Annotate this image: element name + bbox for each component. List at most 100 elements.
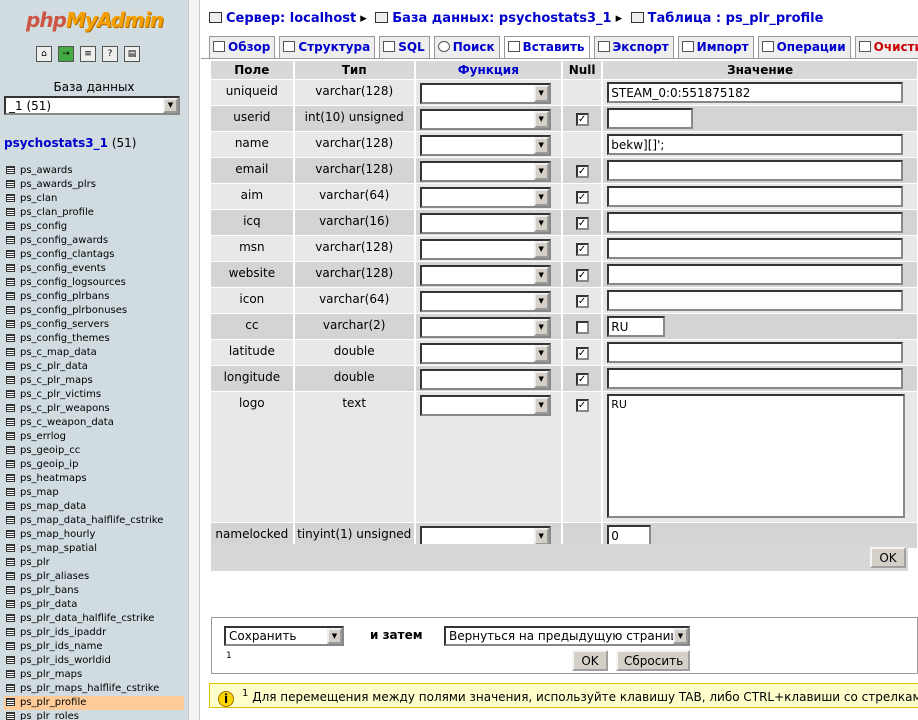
sidebar-table-item[interactable]: ps_plr_aliases <box>4 570 184 584</box>
sidebar-table-item[interactable]: ps_plr_maps_halflife_cstrike <box>4 682 184 696</box>
sidebar-table-item[interactable]: ps_errlog <box>4 430 184 444</box>
function-select[interactable]: ▼ <box>419 291 551 312</box>
function-select[interactable]: ▼ <box>419 213 551 234</box>
reset-button[interactable]: Сбросить <box>616 650 690 671</box>
sidebar-table-item[interactable]: ps_awards <box>4 164 184 178</box>
tab-insert[interactable]: Вставить <box>503 36 590 59</box>
tab-sql[interactable]: SQL <box>379 36 430 58</box>
tab-export[interactable]: Экспорт <box>593 36 674 58</box>
sidebar-table-item[interactable]: ps_config_plrbonuses <box>4 304 184 318</box>
function-select[interactable]: ▼ <box>419 135 551 156</box>
database-link[interactable]: psychostats3_1 <box>4 136 108 150</box>
sidebar-table-item[interactable]: ps_config <box>4 220 184 234</box>
value-input[interactable] <box>607 134 904 155</box>
null-checkbox[interactable]: ✓ <box>575 113 589 126</box>
null-checkbox[interactable]: ✓ <box>575 347 589 360</box>
sidebar-table-item[interactable]: ps_c_plr_data <box>4 360 184 374</box>
sidebar-table-item[interactable]: ps_geoip_cc <box>4 444 184 458</box>
sidebar-table-item[interactable]: ps_c_weapon_data <box>4 416 184 430</box>
sidebar-table-item[interactable]: ps_plr_bans <box>4 584 184 598</box>
sidebar-table-item[interactable]: ps_plr_maps <box>4 668 184 682</box>
tab-operations[interactable]: Операции <box>757 36 851 58</box>
function-select[interactable]: ▼ <box>419 395 551 416</box>
value-textarea[interactable]: RU <box>607 394 906 518</box>
function-select[interactable]: ▼ <box>419 161 551 182</box>
null-checkbox[interactable]: ✓ <box>575 165 589 178</box>
function-select[interactable]: ▼ <box>419 239 551 260</box>
null-checkbox[interactable]: ✓ <box>575 399 589 412</box>
breadcrumb-table[interactable]: Таблица : ps_plr_profile <box>648 11 824 26</box>
function-select[interactable]: ▼ <box>419 109 551 130</box>
sidebar-table-item[interactable]: ps_geoip_ip <box>4 458 184 472</box>
sidebar-table-item[interactable]: ps_config_awards <box>4 234 184 248</box>
sql-query-icon[interactable]: ≡ <box>80 46 96 62</box>
function-select[interactable]: ▼ <box>419 265 551 286</box>
value-input[interactable] <box>607 108 694 129</box>
home-icon[interactable]: ⌂ <box>36 46 52 62</box>
sidebar-table-item[interactable]: ps_config_plrbans <box>4 290 184 304</box>
value-input[interactable] <box>607 82 904 103</box>
sidebar-table-item[interactable]: ps_plr <box>4 556 184 570</box>
breadcrumb-server[interactable]: Сервер: localhost <box>226 11 356 26</box>
documentation-icon[interactable]: ▤ <box>124 46 140 62</box>
null-checkbox[interactable] <box>575 321 589 334</box>
value-input[interactable] <box>607 525 652 546</box>
value-input[interactable] <box>607 186 904 207</box>
value-input[interactable] <box>607 238 904 259</box>
sidebar-table-item[interactable]: ps_config_events <box>4 262 184 276</box>
sidebar-table-item[interactable]: ps_clan <box>4 192 184 206</box>
sidebar-table-item[interactable]: ps_config_logsources <box>4 276 184 290</box>
value-input[interactable] <box>607 160 904 181</box>
sidebar-table-item[interactable]: ps_heatmaps <box>4 472 184 486</box>
sidebar-table-item[interactable]: ps_plr_roles <box>4 710 184 720</box>
column-header-function[interactable]: Функция <box>415 61 561 79</box>
null-checkbox[interactable]: ✓ <box>575 373 589 386</box>
sidebar-table-item[interactable]: ps_plr_ids_name <box>4 640 184 654</box>
sidebar-table-item[interactable]: ps_config_servers <box>4 318 184 332</box>
submit-button[interactable]: OK <box>572 650 608 671</box>
value-input[interactable] <box>607 212 904 233</box>
function-select[interactable]: ▼ <box>419 83 551 104</box>
breadcrumb-database[interactable]: База данных: psychostats3_1 <box>392 11 611 26</box>
function-select[interactable]: ▼ <box>419 317 551 338</box>
value-input[interactable] <box>607 342 904 363</box>
phpmyadmin-logo[interactable]: phpMyAdmin <box>26 8 164 32</box>
sidebar-table-item[interactable]: ps_plr_profile <box>4 696 184 710</box>
sidebar-table-item[interactable]: ps_map_data <box>4 500 184 514</box>
sidebar-table-item[interactable]: ps_c_plr_victims <box>4 388 184 402</box>
sidebar-table-item[interactable]: ps_plr_ids_worldid <box>4 654 184 668</box>
null-checkbox[interactable]: ✓ <box>575 191 589 204</box>
sidebar-table-item[interactable]: ps_config_themes <box>4 332 184 346</box>
value-input[interactable] <box>607 316 666 337</box>
sidebar-table-item[interactable]: ps_c_plr_weapons <box>4 402 184 416</box>
sidebar-table-item[interactable]: ps_plr_data <box>4 598 184 612</box>
sidebar-table-item[interactable]: ps_plr_ids_ipaddr <box>4 626 184 640</box>
exit-icon[interactable]: → <box>58 46 74 62</box>
sidebar-table-item[interactable]: ps_map <box>4 486 184 500</box>
null-checkbox[interactable]: ✓ <box>575 269 589 282</box>
sidebar-table-item[interactable]: ps_plr_data_halflife_cstrike <box>4 612 184 626</box>
database-select[interactable]: _1 (51) ▼ <box>4 96 180 115</box>
sidebar-table-item[interactable]: ps_clan_profile <box>4 206 184 220</box>
function-select[interactable]: ▼ <box>419 343 551 364</box>
tab-empty[interactable]: Очисти <box>854 36 918 58</box>
null-checkbox[interactable]: ✓ <box>575 243 589 256</box>
value-input[interactable] <box>607 290 904 311</box>
ok-button[interactable]: OK <box>870 547 906 568</box>
null-checkbox[interactable]: ✓ <box>575 295 589 308</box>
sidebar-table-item[interactable]: ps_map_spatial <box>4 542 184 556</box>
frame-divider[interactable] <box>188 0 200 720</box>
sidebar-table-item[interactable]: ps_config_clantags <box>4 248 184 262</box>
function-select[interactable]: ▼ <box>419 369 551 390</box>
sidebar-table-item[interactable]: ps_map_data_halflife_cstrike <box>4 514 184 528</box>
help-icon[interactable]: ? <box>102 46 118 62</box>
function-select[interactable]: ▼ <box>419 187 551 208</box>
value-input[interactable] <box>607 368 904 389</box>
save-action-select[interactable]: Сохранить ▼ <box>224 626 344 646</box>
null-checkbox[interactable]: ✓ <box>575 217 589 230</box>
tab-import[interactable]: Импорт <box>677 36 754 58</box>
value-input[interactable] <box>607 264 904 285</box>
tab-browse[interactable]: Обзор <box>209 36 276 58</box>
tab-search[interactable]: Поиск <box>433 36 500 58</box>
sidebar-table-item[interactable]: ps_map_hourly <box>4 528 184 542</box>
